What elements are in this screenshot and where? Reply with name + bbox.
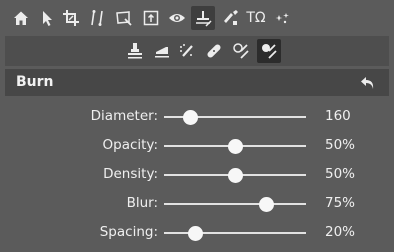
stamp-icon[interactable] — [123, 39, 147, 63]
bandage-icon[interactable] — [202, 39, 226, 63]
pointer-icon[interactable] — [35, 6, 59, 30]
spot-heal-icon[interactable] — [175, 39, 199, 63]
text-tool-icon[interactable]: TΩ — [244, 6, 268, 30]
spacing-value: 20% — [325, 224, 356, 240]
straighten-icon[interactable] — [85, 6, 109, 30]
sub-toolbar — [5, 36, 389, 66]
effects-icon[interactable] — [270, 6, 294, 30]
main-toolbar: TΩ — [0, 0, 394, 36]
spacing-slider-thumb[interactable] — [187, 226, 203, 241]
panel-title: Burn — [16, 74, 54, 90]
spacing-label: Spacing: — [99, 224, 158, 240]
spacing-slider-row: Spacing: 20% — [0, 222, 394, 244]
opacity-value: 50% — [325, 137, 356, 153]
blur-slider-track[interactable] — [164, 203, 306, 205]
diameter-label: Diameter: — [90, 108, 158, 124]
dodge-icon[interactable] — [229, 39, 253, 63]
diameter-value: 160 — [325, 108, 351, 124]
opacity-slider-row: Opacity: 50% — [0, 135, 394, 157]
burn-dodge-tool-icon[interactable] — [191, 6, 215, 30]
undo-arrow-icon[interactable] — [359, 74, 377, 92]
opacity-slider-thumb[interactable] — [227, 139, 243, 154]
perspective-icon[interactable] — [112, 6, 136, 30]
paint-icon[interactable] — [218, 6, 242, 30]
text-tool-glyph: TΩ — [246, 10, 266, 26]
eraser-icon[interactable] — [150, 39, 174, 63]
eye-icon[interactable] — [165, 6, 189, 30]
burn-icon[interactable] — [257, 39, 281, 63]
blur-slider-row: Blur: 75% — [0, 193, 394, 215]
blur-value: 75% — [325, 195, 356, 211]
blur-slider-thumb[interactable] — [258, 197, 274, 212]
blur-label: Blur: — [126, 195, 158, 211]
diameter-slider-thumb[interactable] — [183, 110, 199, 125]
crop-icon[interactable] — [59, 6, 83, 30]
home-icon[interactable] — [9, 6, 33, 30]
density-slider-row: Density: 50% — [0, 164, 394, 186]
density-slider-thumb[interactable] — [227, 168, 243, 183]
density-label: Density: — [103, 166, 158, 182]
canvas-size-icon[interactable] — [139, 6, 163, 30]
diameter-slider-row: Diameter: 160 — [0, 106, 394, 128]
opacity-label: Opacity: — [102, 137, 159, 153]
density-value: 50% — [325, 166, 356, 182]
spacing-slider-track[interactable] — [164, 232, 306, 234]
panel-header: Burn — [5, 69, 389, 96]
